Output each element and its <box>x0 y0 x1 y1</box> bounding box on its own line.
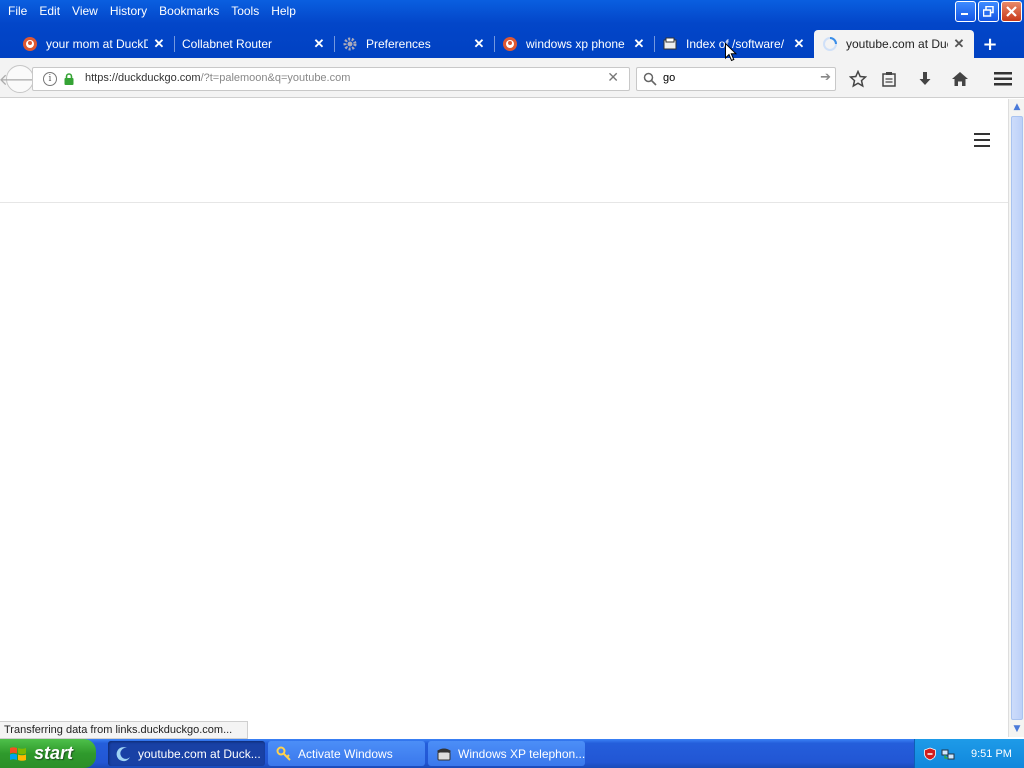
downloads-button[interactable] <box>913 67 937 91</box>
search-icon <box>643 72 657 86</box>
folder-icon <box>663 37 677 50</box>
system-tray: 9:51 PM <box>914 739 1024 768</box>
tab-collabnet-router[interactable]: Collabnet Router ✕ <box>174 30 334 58</box>
lock-icon <box>64 73 74 85</box>
phone-icon <box>437 748 451 760</box>
taskbar-item-label: youtube.com at Duck... <box>138 746 261 761</box>
download-arrow-icon <box>919 72 931 85</box>
start-button[interactable]: start <box>0 739 96 768</box>
home-button[interactable] <box>948 67 972 91</box>
loading-icon <box>823 37 837 51</box>
url-bar[interactable]: i https://duckduckgo.com/?t=palemoon&q=y… <box>32 67 630 91</box>
url-host: https://duckduckgo.com <box>85 72 201 84</box>
vertical-scrollbar[interactable]: ▲ ▼ <box>1008 99 1024 737</box>
windows-taskbar: start youtube.com at Duck... Activate Wi… <box>0 739 1024 768</box>
url-path: /?t=palemoon&q=youtube.com <box>200 72 351 84</box>
menu-edit[interactable]: Edit <box>35 4 68 18</box>
bookmarks-menu-button[interactable] <box>877 67 901 91</box>
menu-file[interactable]: File <box>4 4 35 18</box>
tab-title: your mom at DuckDu <box>46 37 148 51</box>
security-shield-icon[interactable] <box>923 747 937 761</box>
menu-bookmarks[interactable]: Bookmarks <box>155 4 227 18</box>
taskbar-item-windows-xp-telephone[interactable]: Windows XP telephon... <box>428 741 585 766</box>
clipboard-icon <box>882 72 896 87</box>
back-button[interactable]: 🡐 <box>0 65 41 93</box>
windows-flag-icon <box>10 746 26 761</box>
tab-close-icon[interactable]: ✕ <box>152 36 166 52</box>
tab-close-icon[interactable]: ✕ <box>632 36 646 52</box>
main-menu-button[interactable] <box>991 67 1015 91</box>
search-input[interactable] <box>663 72 813 84</box>
page-content <box>0 99 1008 737</box>
new-tab-button[interactable]: + <box>978 32 1002 56</box>
keys-icon <box>276 746 291 761</box>
ddg-menu-icon[interactable] <box>974 133 990 147</box>
window-controls <box>955 1 1022 22</box>
duckduckgo-icon <box>23 37 37 51</box>
search-go-arrow-icon[interactable]: ➔ <box>820 70 831 85</box>
hamburger-menu-icon <box>994 72 1012 86</box>
plus-icon: + <box>982 33 998 55</box>
scroll-thumb[interactable] <box>1011 116 1023 720</box>
restore-icon <box>983 6 994 17</box>
tab-strip: your mom at DuckDu ✕ Collabnet Router ✕ … <box>14 30 974 58</box>
restore-button[interactable] <box>978 1 999 22</box>
minimize-icon <box>961 13 968 15</box>
menu-help[interactable]: Help <box>267 4 304 18</box>
tab-close-icon[interactable]: ✕ <box>472 36 486 52</box>
tab-close-icon[interactable]: ✕ <box>792 36 806 52</box>
tab-windows-xp-phone[interactable]: windows xp phone k ✕ <box>494 30 654 58</box>
scroll-down-arrow-icon[interactable]: ▼ <box>1009 721 1024 737</box>
scroll-up-arrow-icon[interactable]: ▲ <box>1009 99 1024 115</box>
bookmark-star-button[interactable] <box>846 67 870 91</box>
taskbar-item-activate-windows[interactable]: Activate Windows <box>268 741 425 766</box>
tab-close-icon[interactable]: ✕ <box>952 36 966 52</box>
close-icon <box>1006 6 1017 17</box>
minimize-button[interactable] <box>955 1 976 22</box>
network-icon[interactable] <box>941 747 955 761</box>
search-bar[interactable]: ➔ <box>636 67 836 91</box>
menu-view[interactable]: View <box>68 4 106 18</box>
menu-tools[interactable]: Tools <box>227 4 267 18</box>
start-label: start <box>34 743 74 763</box>
duckduckgo-icon <box>503 37 517 51</box>
tab-preferences[interactable]: Preferences ✕ <box>334 30 494 58</box>
menu-bar: File Edit View History Bookmarks Tools H… <box>0 0 304 22</box>
tab-title: Collabnet Router <box>182 37 273 51</box>
menu-history[interactable]: History <box>106 4 155 18</box>
tab-close-icon[interactable]: ✕ <box>312 36 326 52</box>
home-icon <box>952 72 968 86</box>
palemoon-icon <box>116 746 130 761</box>
mouse-cursor-icon <box>725 43 737 62</box>
tab-title: windows xp phone k <box>526 37 628 51</box>
taskbar-item-label: Activate Windows <box>298 746 393 761</box>
tab-title: youtube.com at Duc <box>846 37 948 51</box>
navigation-toolbar: 🡐 i https://duckduckgo.com/?t=palemoon&q… <box>0 58 1024 98</box>
tab-youtube-active[interactable]: youtube.com at Duc ✕ <box>814 30 974 58</box>
tab-title: Index of /software/ <box>686 37 785 51</box>
gear-icon <box>343 37 357 51</box>
url-text: https://duckduckgo.com/?t=palemoon&q=you… <box>85 72 350 84</box>
ddg-header <box>0 99 1008 203</box>
status-bar: Transferring data from links.duckduckgo.… <box>0 721 248 739</box>
tab-your-mom[interactable]: your mom at DuckDu ✕ <box>14 30 174 58</box>
tab-title: Preferences <box>366 37 431 51</box>
close-window-button[interactable] <box>1001 1 1022 22</box>
taskbar-item-palemoon[interactable]: youtube.com at Duck... <box>108 741 265 766</box>
info-icon[interactable]: i <box>43 72 57 86</box>
clock: 9:51 PM <box>971 747 1012 760</box>
clear-url-icon[interactable]: ✕ <box>607 70 619 86</box>
star-icon <box>849 70 867 88</box>
taskbar-item-label: Windows XP telephon... <box>458 746 585 761</box>
